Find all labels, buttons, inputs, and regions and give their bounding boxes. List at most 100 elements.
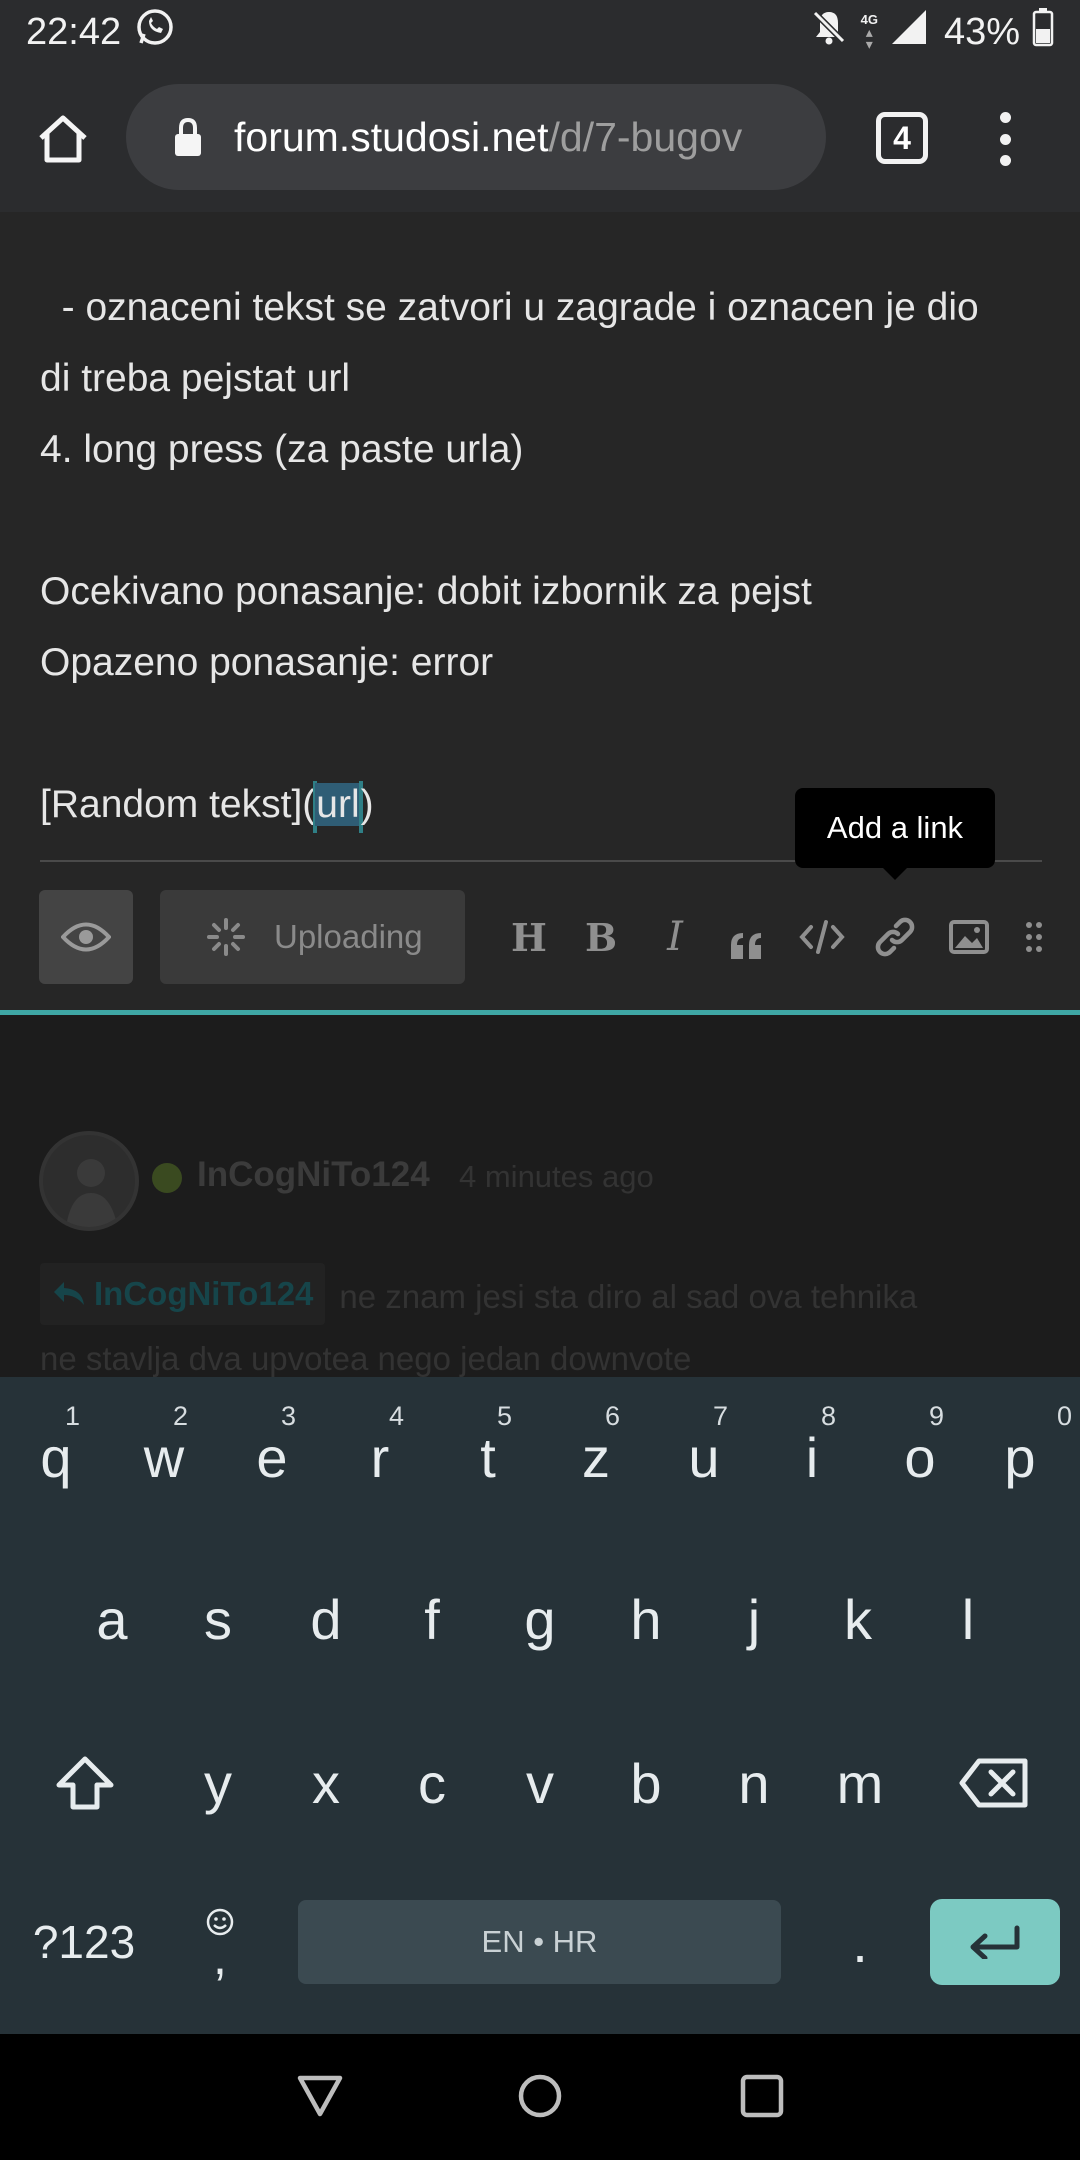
key-m[interactable]: m <box>806 1723 914 1843</box>
key-hint: 6 <box>604 1401 620 1431</box>
key-z[interactable]: 6z <box>542 1397 650 1517</box>
quote-button[interactable] <box>718 908 776 966</box>
whatsapp-icon <box>135 7 175 57</box>
backspace-key[interactable] <box>934 1723 1054 1843</box>
menu-dot <box>999 155 1011 166</box>
space-bar[interactable]: EN • HR <box>298 1900 781 1984</box>
recents-square-icon <box>740 2074 784 2118</box>
key-s[interactable]: s <box>164 1559 272 1679</box>
key-w[interactable]: 2w <box>110 1397 218 1517</box>
back-triangle-icon <box>297 2075 343 2117</box>
link-icon <box>875 917 915 957</box>
url-host: forum.studosi.net <box>234 113 549 160</box>
url-path: /d/7-bugov <box>548 113 743 160</box>
key-i[interactable]: 8i <box>758 1397 866 1517</box>
key-q[interactable]: 1q <box>2 1397 110 1517</box>
key-f[interactable]: f <box>378 1559 486 1679</box>
browser-toolbar: forum.studosi.net/d/7-bugov 4 <box>0 64 1080 212</box>
add-link-tooltip: Add a link <box>795 788 995 880</box>
shift-key[interactable] <box>30 1723 140 1843</box>
data-arrows-icon: 4G ▴ ▾ <box>860 12 878 52</box>
image-icon <box>949 920 989 954</box>
menu-dot <box>999 133 1011 145</box>
online-status-dot <box>152 1163 182 1193</box>
key-j[interactable]: j <box>700 1559 808 1679</box>
image-button[interactable] <box>940 908 998 966</box>
home-icon <box>39 115 87 163</box>
key-b[interactable]: b <box>592 1723 700 1843</box>
key-e[interactable]: 3e <box>218 1397 326 1517</box>
key-l[interactable]: l <box>914 1559 1022 1679</box>
system-navigation-bar <box>0 2034 1080 2160</box>
link-text: [Random tekst]( <box>40 783 316 826</box>
key-hint: 5 <box>496 1401 512 1431</box>
status-time: 22:42 <box>26 10 122 53</box>
key-c[interactable]: c <box>378 1723 486 1843</box>
enter-key[interactable] <box>930 1899 1060 1985</box>
address-bar[interactable]: forum.studosi.net/d/7-bugov <box>126 84 826 190</box>
preview-button[interactable] <box>39 890 133 984</box>
key-h[interactable]: h <box>592 1559 700 1679</box>
avatar-image <box>66 1159 118 1227</box>
key-o[interactable]: 9o <box>866 1397 974 1517</box>
more-menu-button[interactable] <box>990 104 1020 174</box>
post-username[interactable]: InCogNiTo124 <box>197 1155 430 1195</box>
tab-switcher-button[interactable]: 4 <box>876 112 928 164</box>
key-hint: 1 <box>64 1401 80 1431</box>
reply-icon <box>54 1282 84 1305</box>
avatar[interactable] <box>39 1131 139 1231</box>
bell-muted-icon <box>809 7 849 57</box>
home-circle-icon <box>518 2074 562 2118</box>
key-hint: 2 <box>172 1401 188 1431</box>
key-v[interactable]: v <box>486 1723 594 1843</box>
editor-textarea[interactable]: - oznaceni tekst se zatvori u zagrade i … <box>40 272 1050 840</box>
home-button[interactable] <box>30 106 96 172</box>
key-u[interactable]: 7u <box>650 1397 758 1517</box>
post-text-line: ne stavlja dva upvotea nego jedan downvo… <box>40 1340 692 1377</box>
upload-button[interactable]: Uploading <box>160 890 465 984</box>
editor-line: 4. long press (za paste urla) <box>40 428 524 471</box>
key-d[interactable]: d <box>272 1559 380 1679</box>
heading-button[interactable]: H <box>500 908 558 966</box>
period-key[interactable]: . <box>810 1882 910 2002</box>
post-time[interactable]: 4 minutes ago <box>459 1159 654 1195</box>
formatting-toolbar: Uploading H B I <box>0 890 1080 990</box>
key-a[interactable]: a <box>58 1559 166 1679</box>
symbols-key[interactable]: ?123 <box>14 1887 154 1997</box>
editor-line: - oznaceni tekst se zatvori u zagrade i … <box>40 286 979 329</box>
quote-icon <box>731 933 761 959</box>
key-g[interactable]: g <box>486 1559 594 1679</box>
key-label: o <box>904 1425 936 1489</box>
key-label: t <box>480 1425 496 1489</box>
back-button[interactable] <box>290 2066 350 2126</box>
editor-line: Ocekivano ponasanje: dobit izbornik za p… <box>40 570 812 613</box>
reply-mention[interactable]: InCogNiTo124 <box>40 1263 326 1325</box>
code-button[interactable] <box>793 908 851 966</box>
recents-button[interactable] <box>732 2066 792 2126</box>
battery-percent: 43% <box>943 10 1020 53</box>
home-nav-button[interactable] <box>510 2066 570 2126</box>
lock-icon <box>174 117 202 157</box>
key-label: z <box>582 1425 610 1489</box>
emoji-comma-key[interactable]: , <box>170 1882 270 2002</box>
bold-button[interactable]: B <box>572 908 630 966</box>
key-k[interactable]: k <box>804 1559 912 1679</box>
italic-button[interactable]: I <box>646 908 704 966</box>
key-y[interactable]: y <box>164 1723 272 1843</box>
key-r[interactable]: 4r <box>326 1397 434 1517</box>
more-tools-button[interactable] <box>1004 908 1064 966</box>
spinner-icon <box>207 918 245 956</box>
key-p[interactable]: 0p <box>966 1397 1074 1517</box>
key-t[interactable]: 5t <box>434 1397 542 1517</box>
link-button[interactable] <box>866 908 924 966</box>
key-label: e <box>256 1425 288 1489</box>
composer-editor[interactable]: - oznaceni tekst se zatvori u zagrade i … <box>0 212 1080 1012</box>
key-hint: 7 <box>712 1401 728 1431</box>
selected-text: url <box>315 783 361 826</box>
key-x[interactable]: x <box>272 1723 380 1843</box>
key-label: p <box>1004 1425 1036 1489</box>
key-n[interactable]: n <box>700 1723 808 1843</box>
reply-mention-name: InCogNiTo124 <box>94 1275 314 1312</box>
key-hint: 9 <box>928 1401 944 1431</box>
